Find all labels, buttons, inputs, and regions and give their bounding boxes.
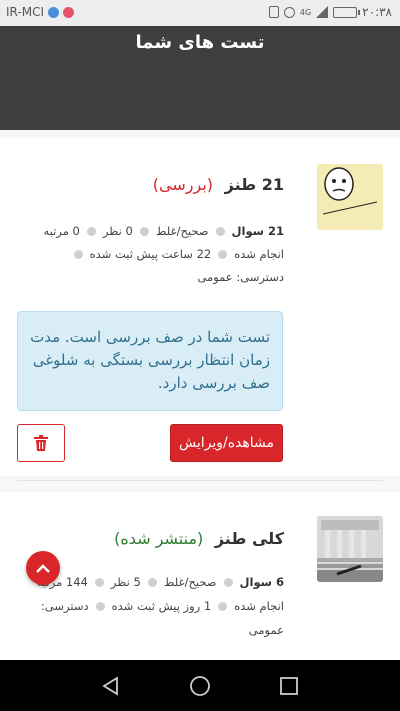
test-meta-row: 6 سوال صحیح/غلط 5 نظر 144 مرتبه [37, 575, 284, 589]
test-title-text: 21 طنز [224, 175, 284, 194]
play-count-suffix: انجام شده [234, 599, 284, 613]
card-divider [17, 480, 383, 481]
test-meta-row: 21 سوال صحیح/غلط 0 نظر 0 مرتبه [44, 224, 284, 238]
dot-separator [147, 577, 157, 587]
dot-separator [86, 226, 96, 236]
test-title-text: کلی طنز [214, 529, 284, 548]
clock-time: ۲۰:۳۸ [362, 5, 392, 19]
home-button[interactable] [188, 674, 212, 698]
test-card: 21 طنز (بررسی) 21 سوال صحیح/غلط 0 نظر 0 … [0, 138, 400, 476]
submitted-time: 1 روز پیش ثبت شده [111, 599, 212, 613]
vibrate-icon [268, 6, 279, 18]
test-status-badge: (بررسی) [152, 175, 214, 194]
test-status-badge: (منتشر شده) [114, 529, 204, 548]
dot-separator [73, 249, 83, 259]
access-level: عمومی [248, 623, 284, 637]
question-count: 21 سوال [231, 224, 284, 238]
back-triangle-icon [102, 676, 118, 696]
test-thumbnail[interactable] [317, 516, 383, 582]
home-circle-icon [190, 676, 210, 696]
recents-square-icon [280, 677, 298, 695]
status-bar: IR-MCI 4G ۲۰:۳۸ [0, 0, 400, 26]
scroll-top-button[interactable] [26, 551, 60, 585]
dot-separator [94, 577, 104, 587]
chevron-up-icon [36, 564, 50, 573]
test-meta-row: انجام شده 22 ساعت پیش ثبت شده [73, 247, 284, 261]
dot-separator [218, 601, 228, 611]
dot-separator [223, 577, 233, 587]
tests-list: 21 طنز (بررسی) 21 سوال صحیح/غلط 0 نظر 0 … [0, 130, 400, 660]
alarm-icon [283, 6, 295, 18]
recents-button[interactable] [277, 674, 301, 698]
dot-separator [139, 226, 149, 236]
page-title: تست های شما [135, 32, 265, 53]
building-photo [317, 516, 383, 582]
test-thumbnail[interactable] [317, 164, 383, 230]
trash-icon [34, 435, 48, 451]
system-nav-bar [0, 660, 400, 711]
signal-icon [316, 6, 329, 18]
app-notification-icon [63, 6, 74, 18]
page-header: تست های شما [0, 26, 400, 130]
question-type: صحیح/غلط [163, 575, 217, 589]
comment-count: 5 نظر [110, 575, 141, 589]
comment-count: 0 نظر [102, 224, 133, 238]
test-meta-row: انجام شده 1 روز پیش ثبت شده دسترسی: [41, 599, 284, 613]
access-level: دسترسی: عمومی [197, 270, 284, 284]
play-count-suffix: انجام شده [234, 247, 284, 261]
question-type: صحیح/غلط [155, 224, 209, 238]
dot-separator [215, 226, 225, 236]
carrier-label: IR-MCI [6, 5, 44, 19]
test-card: کلی طنز (منتشر شده) 6 سوال صحیح/غلط 5 نظ… [0, 492, 400, 660]
meme-face-image [317, 164, 383, 230]
test-title[interactable]: کلی طنز (منتشر شده) [114, 529, 284, 548]
browser-notification-icon [48, 6, 59, 18]
battery-icon [333, 6, 361, 18]
dot-separator [95, 601, 105, 611]
delete-button[interactable] [17, 424, 65, 462]
back-button[interactable] [99, 674, 123, 698]
dot-separator [218, 249, 228, 259]
view-edit-button[interactable]: مشاهده/ویرایش [170, 424, 283, 462]
test-title[interactable]: 21 طنز (بررسی) [153, 175, 284, 194]
review-alert: تست شما در صف بررسی است. مدت زمان انتظار… [17, 311, 283, 411]
network-type-label: 4G [299, 7, 312, 17]
access-label: دسترسی: [40, 599, 89, 613]
play-count: 0 مرتبه [43, 224, 80, 238]
question-count: 6 سوال [239, 575, 284, 589]
submitted-time: 22 ساعت پیش ثبت شده [89, 247, 212, 261]
